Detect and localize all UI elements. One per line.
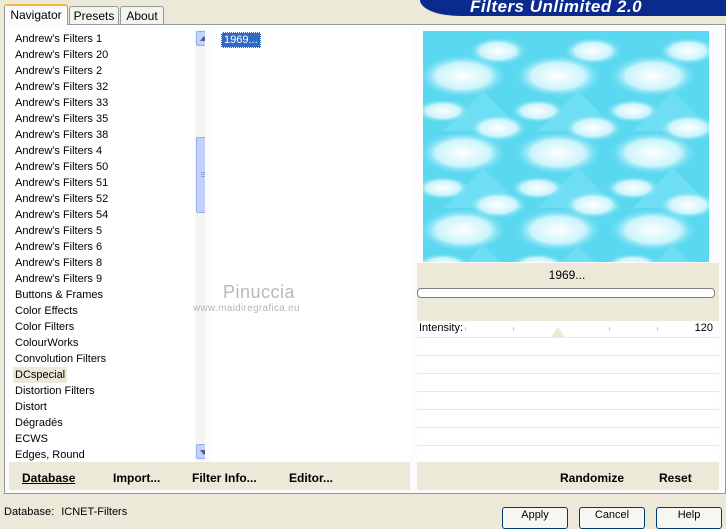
tab-presets[interactable]: Presets [69, 6, 119, 24]
apply-button[interactable]: Apply [502, 507, 568, 529]
category-item[interactable]: Andrew's Filters 35 [15, 111, 108, 127]
banner-title: Filters Unlimited 2.0 [470, 0, 643, 16]
randomize-button[interactable]: Randomize [560, 471, 624, 485]
help-button[interactable]: Help [656, 507, 722, 529]
preview-filter-name: 1969... [548, 268, 586, 282]
watermark-site: www.maidiregrafica.eu [193, 303, 300, 314]
category-item[interactable]: Andrew's Filters 51 [15, 175, 108, 191]
editor-button[interactable]: Editor... [289, 471, 333, 485]
category-item[interactable]: Andrew's Filters 50 [15, 159, 108, 175]
category-item[interactable]: Andrew's Filters 8 [15, 255, 102, 271]
clouds-preview-graphic [423, 31, 709, 262]
category-item[interactable]: Andrew's Filters 6 [15, 239, 102, 255]
preview-image [423, 31, 709, 262]
tab-navigator[interactable]: Navigator [4, 4, 68, 25]
category-item[interactable]: Andrew's Filters 38 [15, 127, 108, 143]
category-item[interactable]: Distortion Filters [15, 383, 94, 399]
chevron-down-icon [200, 450, 205, 455]
status-database-label: Database: [4, 506, 55, 518]
intensity-slider[interactable]: Intensity: 120 [417, 321, 719, 337]
intensity-value: 120 [694, 322, 713, 334]
watermark-name: Pinuccia [223, 282, 296, 302]
category-item[interactable]: ColourWorks [15, 335, 78, 351]
category-item[interactable]: Dégradés [15, 415, 63, 431]
right-button-bar: Randomize Reset [417, 462, 719, 490]
filter-info-button[interactable]: Filter Info... [192, 471, 257, 485]
category-item[interactable]: ECWS [15, 431, 48, 447]
progress-bar [417, 288, 715, 298]
status-database-value: ICNET-Filters [61, 506, 128, 518]
empty-control-slots [417, 337, 719, 461]
category-item[interactable]: DCspecial [13, 367, 68, 383]
cancel-button[interactable]: Cancel [579, 507, 645, 529]
category-scrollbar[interactable] [195, 29, 205, 461]
category-item[interactable]: Andrew's Filters 20 [15, 47, 108, 63]
category-item[interactable]: Edges, Round [15, 447, 85, 461]
category-item[interactable]: Distort [15, 399, 47, 415]
filter-list[interactable]: 1969... [212, 29, 410, 461]
title-banner: Filters Unlimited 2.0 [420, 0, 726, 16]
intensity-label: Intensity: [419, 322, 464, 334]
category-item[interactable]: Andrew's Filters 54 [15, 207, 108, 223]
category-item[interactable]: Color Effects [15, 303, 78, 319]
scroll-down-button[interactable] [196, 444, 205, 459]
category-item[interactable]: Convolution Filters [15, 351, 106, 367]
category-item[interactable]: Andrew's Filters 1 [15, 31, 102, 47]
status-bar: Database: ICNET-Filters [4, 506, 127, 518]
category-item[interactable]: Andrew's Filters 52 [15, 191, 108, 207]
category-item[interactable]: Andrew's Filters 2 [15, 63, 102, 79]
category-item[interactable]: Andrew's Filters 32 [15, 79, 108, 95]
chevron-up-icon [200, 36, 205, 41]
tab-about[interactable]: About [120, 6, 164, 24]
import-button[interactable]: Import... [113, 471, 160, 485]
scroll-thumb[interactable] [196, 137, 205, 213]
scroll-up-button[interactable] [196, 31, 205, 46]
left-button-bar: Database Import... Filter Info... Editor… [9, 462, 410, 490]
category-item[interactable]: Buttons & Frames [15, 287, 103, 303]
category-item[interactable]: Color Filters [15, 319, 74, 335]
category-item[interactable]: Andrew's Filters 5 [15, 223, 102, 239]
database-button[interactable]: Database [22, 471, 75, 485]
category-item[interactable]: Andrew's Filters 4 [15, 143, 102, 159]
category-list[interactable]: Andrew's Filters 1 Andrew's Filters 20 And… [9, 29, 205, 461]
reset-button[interactable]: Reset [659, 471, 692, 485]
category-item[interactable]: Andrew's Filters 9 [15, 271, 102, 287]
category-item[interactable]: Andrew's Filters 33 [15, 95, 108, 111]
slider-thumb[interactable] [551, 327, 565, 337]
filter-item-selected[interactable]: 1969... [221, 32, 261, 48]
